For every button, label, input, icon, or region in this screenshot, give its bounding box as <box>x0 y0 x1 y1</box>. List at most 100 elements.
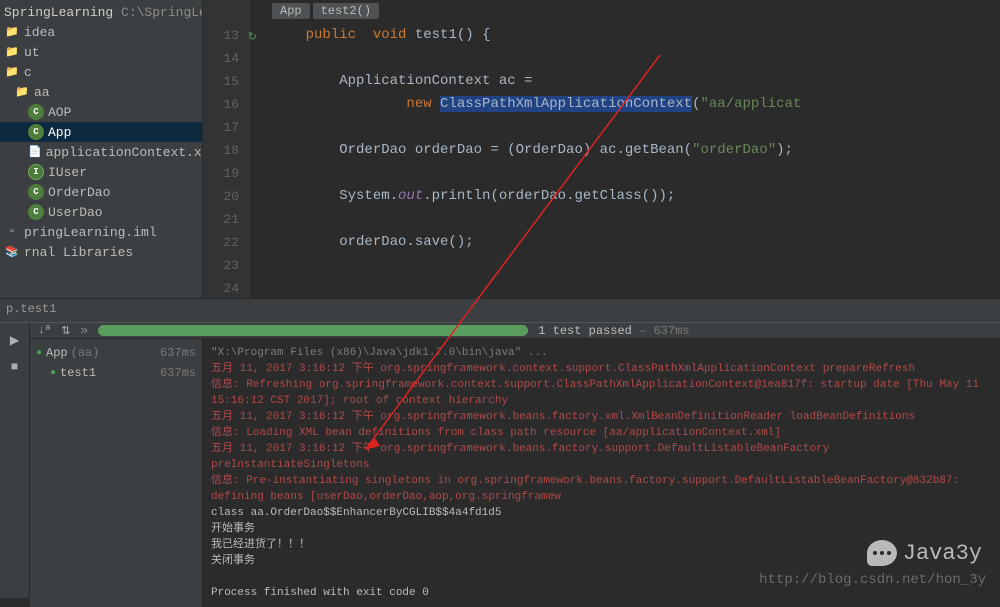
console-line: 信息: Loading XML bean definitions from cl… <box>211 425 992 441</box>
tree-item-idea[interactable]: 📁 idea <box>0 22 202 42</box>
tree-item-ut[interactable]: 📁 ut <box>0 42 202 62</box>
run-tab-bar[interactable]: p.test1 <box>0 298 1000 322</box>
console-line: 开始事务 <box>211 521 992 537</box>
tree-item-label: AOP <box>48 105 71 120</box>
tree-item-label: c <box>24 65 32 80</box>
console-line: 五月 11, 2017 3:16:12 下午 org.springframewo… <box>211 409 992 425</box>
gutter-line: 23 <box>203 254 239 277</box>
code-text: ( <box>692 96 700 112</box>
test-name: App <box>46 346 68 360</box>
run-gutter-icon[interactable]: ↻ <box>248 27 257 50</box>
kw-void: void <box>356 27 406 43</box>
filter-icon[interactable]: ⇅ <box>61 324 70 338</box>
code-class: ClassPathXmlApplicationContext <box>440 96 692 112</box>
tests-passed: 1 test passed <box>538 324 632 338</box>
console-line: class aa.OrderDao$$EnhancerByCGLIB$$4a4f… <box>211 505 992 521</box>
editor-gutter: ↻ 131415161718192021222324 <box>203 0 250 298</box>
console-line: 信息: Refreshing org.springframework.conte… <box>211 377 992 409</box>
test-row[interactable]: ● App(aa) 637ms <box>30 343 202 363</box>
gutter-line: 18 <box>203 139 239 162</box>
tree-item-label: idea <box>24 25 55 40</box>
test-row[interactable]: ● test1 637ms <box>30 363 202 383</box>
tree-item-iuser[interactable]: I IUser <box>0 162 202 182</box>
run-controls: ▶ ■ <box>0 323 30 598</box>
code-string: "aa/applicat <box>701 96 802 112</box>
tree-item-label: rnal Libraries <box>24 245 133 260</box>
gutter-line: 20 <box>203 185 239 208</box>
project-tree[interactable]: SpringLearning C:\SpringLearning 📁 idea 📁 u… <box>0 0 203 298</box>
run-tab-label: p.test1 <box>6 302 56 316</box>
interface-icon: I <box>28 164 44 180</box>
console-line: 五月 11, 2017 3:16:12 下午 org.springframewo… <box>211 361 992 377</box>
test-ok-icon: ● <box>36 348 42 359</box>
class-icon: C <box>28 124 44 140</box>
gutter-line: 14 <box>203 47 239 70</box>
test-name: test1 <box>60 366 96 380</box>
code-editor[interactable]: App test2() ↻ 131415161718192021222324 p… <box>203 0 1000 298</box>
tree-item-c[interactable]: 📁c <box>0 62 202 82</box>
console-output[interactable]: "X:\Program Files (x86)\Java\jdk1.7.0\bi… <box>203 339 1000 607</box>
tree-item-app[interactable]: C App <box>0 122 202 142</box>
tree-item-userdao[interactable]: C UserDao <box>0 202 202 222</box>
test-time: 637ms <box>160 366 196 380</box>
gutter-line: 24 <box>203 277 239 298</box>
folder-icon: 📁 <box>4 44 20 60</box>
tree-item-aa[interactable]: 📁 aa <box>0 82 202 102</box>
folder-icon: 📁 <box>4 24 20 40</box>
test-ok-icon: ● <box>50 368 56 379</box>
test-progress-bar <box>98 325 528 336</box>
test-time: 637ms <box>160 346 196 360</box>
code-text: .println(orderDao.getClass()); <box>423 188 675 204</box>
gutter-line: 19 <box>203 162 239 185</box>
project-path: C:\SpringLearning <box>121 5 203 20</box>
tests-time: 637ms <box>653 324 689 338</box>
breadcrumb-method[interactable]: test2() <box>313 3 379 19</box>
gutter-line: 15 <box>203 70 239 93</box>
code-text: ApplicationContext ac = <box>339 73 532 89</box>
console-cmd: "X:\Program Files (x86)\Java\jdk1.7.0\bi… <box>211 345 992 361</box>
watermark-logo: Java3y <box>867 540 982 566</box>
folder-icon: 📁 <box>4 64 20 80</box>
rerun-icon[interactable]: ▶ <box>10 333 19 348</box>
class-icon: C <box>28 184 44 200</box>
tree-item-applicationcontext-xml[interactable]: 📄 applicationContext.xml <box>0 142 202 162</box>
class-icon: C <box>28 104 44 120</box>
tree-item-label: IUser <box>48 165 87 180</box>
breadcrumb-class[interactable]: App <box>272 3 310 19</box>
code-string: "orderDao" <box>692 142 776 158</box>
gutter-line: 13 <box>203 24 239 47</box>
kw-public: public <box>306 27 356 43</box>
gutter-line: 17 <box>203 116 239 139</box>
tree-item-orderdao[interactable]: COrderDao <box>0 182 202 202</box>
tree-item-label: aa <box>34 85 50 100</box>
console-line: 信息: Pre-instantiating singletons in org.… <box>211 473 992 505</box>
watermark-url: http://blog.csdn.net/hon_3y <box>759 572 986 588</box>
test-summary: 1 test passed – 637ms <box>538 324 689 338</box>
code-text: orderDao.save(); <box>339 234 473 250</box>
project-root[interactable]: SpringLearning C:\SpringLearning <box>0 2 202 22</box>
project-name: SpringLearning <box>4 5 113 20</box>
tree-item-label: App <box>48 125 71 140</box>
test-pkg: (aa) <box>71 346 100 360</box>
gutter-line: 16 <box>203 93 239 116</box>
tree-item-label: UserDao <box>48 205 103 220</box>
lib-icon: 📚 <box>4 244 20 260</box>
test-tree[interactable]: ● App(aa) 637ms ● test1 637ms <box>30 339 203 607</box>
tree-item-pringlearning-iml[interactable]: ▫pringLearning.iml <box>0 222 202 242</box>
xml-icon: 📄 <box>28 144 42 160</box>
sort-icon[interactable]: ↓ª <box>38 325 51 337</box>
code-text: OrderDao orderDao = (OrderDao) ac.getBea… <box>339 142 692 158</box>
tree-item-label: ut <box>24 45 40 60</box>
class-icon: C <box>28 204 44 220</box>
test-progress-row: ↓ª ⇅ » 1 test passed – 637ms <box>30 323 1000 339</box>
code-area[interactable]: public void test1() { ApplicationContext… <box>250 0 801 298</box>
tree-item-rnal-libraries[interactable]: 📚 rnal Libraries <box>0 242 202 262</box>
gutter-line: 21 <box>203 208 239 231</box>
wechat-icon <box>867 540 897 566</box>
folder-icon: 📁 <box>14 84 30 100</box>
stop-icon[interactable]: ■ <box>11 360 18 374</box>
watermark-name: Java3y <box>903 541 982 566</box>
tree-item-label: pringLearning.iml <box>24 225 157 240</box>
tree-item-label: applicationContext.xml <box>46 145 203 160</box>
tree-item-aop[interactable]: C AOP <box>0 102 202 122</box>
